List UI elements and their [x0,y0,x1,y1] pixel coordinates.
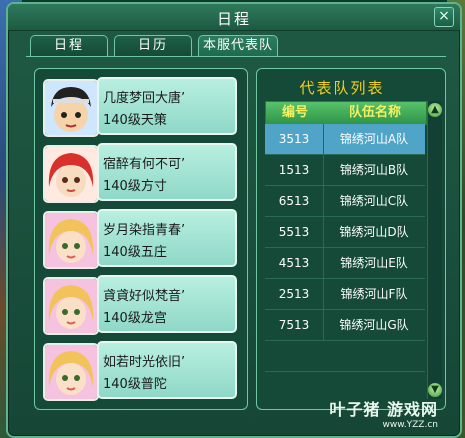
member-name: 貣貣好似梵音’ [103,289,186,304]
girl-red-hair-icon [43,145,99,203]
girl-blonde-hair-icon [43,343,99,401]
table-row[interactable]: 6513 锦绣河山C队 [265,186,425,217]
header-id: 编号 [281,105,308,120]
team-name: 锦绣河山C队 [339,194,409,208]
table-row[interactable]: 7513 锦绣河山G队 [265,310,425,341]
member-name: 如若时光依旧’ [103,355,186,370]
member-card[interactable]: 宿醉有何不可’ 140级方寸 [43,143,239,203]
member-info: 岁月染指青春’ 140级五庄 [97,209,237,267]
close-button[interactable]: × [434,7,454,27]
member-card[interactable]: 几度梦回大唐’ 140级天策 [43,77,239,137]
team-list-panel: 代表队列表 编号 队伍名称 3513 锦绣河山A队 1513 锦绣河山B队 65… [256,68,446,410]
member-info: 貣貣好似梵音’ 140级龙宫 [97,275,237,333]
member-panel: 几度梦回大唐’ 140级天策 宿醉有何不可’ 140级方寸 岁月染指青春’ 14… [34,68,248,410]
team-id: 7513 [265,310,324,340]
tab-divider [26,56,446,57]
member-card[interactable]: 岁月染指青春’ 140级五庄 [43,209,239,269]
team-name: 锦绣河山A队 [339,132,409,146]
tab-server-team[interactable]: 本服代表队 [198,35,278,56]
member-card[interactable]: 貣貣好似梵音’ 140级龙宫 [43,275,239,335]
member-level: 140级普陀 [103,377,167,392]
team-id: 1513 [265,155,324,185]
member-level: 140级五庄 [103,245,167,260]
team-name: 锦绣河山D队 [339,225,409,239]
table-header: 编号 队伍名称 [265,101,427,125]
member-info: 几度梦回大唐’ 140级天策 [97,77,237,135]
watermark-brand: 叶子猪 游戏网 [329,400,438,419]
watermark-url: www.YZZ.cn [382,420,438,430]
tab-schedule[interactable]: 日程 [30,35,108,56]
team-id: 2513 [265,279,324,309]
team-id: 6513 [265,186,324,216]
member-level: 140级方寸 [103,179,167,194]
team-name: 锦绣河山B队 [339,163,409,177]
team-list-title: 代表队列表 [299,79,385,97]
table-row[interactable]: 4513 锦绣河山E队 [265,248,425,279]
girl-blonde-hair-icon [43,277,99,335]
girl-blonde-hair-icon [43,211,99,269]
window-title: 日程 [216,10,251,28]
table-row-empty [265,341,425,372]
member-level: 140级龙宫 [103,311,167,326]
table-row[interactable]: 1513 锦绣河山B队 [265,155,425,186]
tab-calendar[interactable]: 日历 [114,35,192,56]
member-card[interactable]: 如若时光依旧’ 140级普陀 [43,341,239,401]
member-info: 如若时光依旧’ 140级普陀 [97,341,237,399]
scroll-down-icon[interactable]: ▼ [428,383,442,397]
title-bar[interactable]: 日程 × [8,4,460,31]
member-info: 宿醉有何不可’ 140级方寸 [97,143,237,201]
member-name: 岁月染指青春’ [103,223,186,238]
team-id: 5513 [265,217,324,247]
team-name: 锦绣河山G队 [339,318,409,332]
boy-black-hair-icon [43,79,99,137]
table-row[interactable]: 3513 锦绣河山A队 [265,124,425,155]
table-row[interactable]: 5513 锦绣河山D队 [265,217,425,248]
table-row[interactable]: 2513 锦绣河山F队 [265,279,425,310]
member-name: 几度梦回大唐’ [103,91,186,106]
scrollbar[interactable]: ▲ ▼ [427,101,442,399]
schedule-window: 日程 × 日程 日历 本服代表队 几度梦回大唐’ 140级天策 宿醉有何不可’ … [6,2,462,438]
scroll-up-icon[interactable]: ▲ [428,103,442,117]
team-name: 锦绣河山F队 [340,287,408,301]
team-id: 4513 [265,248,324,278]
member-level: 140级天策 [103,113,167,128]
team-id: 3513 [265,124,324,154]
header-team-name: 队伍名称 [348,105,401,120]
team-table: 3513 锦绣河山A队 1513 锦绣河山B队 6513 锦绣河山C队 5513… [265,124,425,399]
member-name: 宿醉有何不可’ [103,157,186,172]
team-name: 锦绣河山E队 [340,256,408,270]
site-watermark: 叶子猪 游戏网 www.YZZ.cn [329,396,438,430]
